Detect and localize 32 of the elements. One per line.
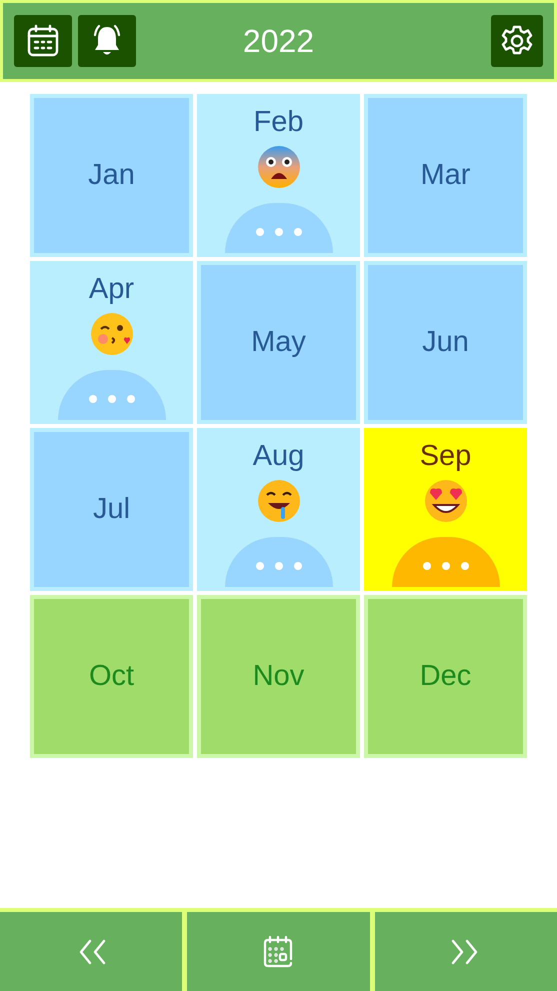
calendar-button[interactable] xyxy=(14,15,72,67)
month-label: Apr xyxy=(88,273,134,306)
month-tile[interactable]: Apr xyxy=(30,261,193,424)
month-label: Jan xyxy=(88,159,135,192)
bell-button[interactable] xyxy=(78,15,136,67)
month-tile[interactable]: Jan xyxy=(30,94,193,257)
settings-button[interactable] xyxy=(491,15,543,67)
month-tile[interactable]: Aug xyxy=(197,428,360,591)
month-label: Oct xyxy=(88,660,134,693)
today-button[interactable] xyxy=(187,912,370,991)
month-label: Jun xyxy=(422,326,469,359)
month-tile[interactable]: Nov xyxy=(197,595,360,758)
month-label: Nov xyxy=(252,660,304,693)
month-tile[interactable]: Jun xyxy=(364,261,527,424)
month-tile[interactable]: Sep xyxy=(364,428,527,591)
previous-year-button[interactable] xyxy=(0,912,182,991)
month-tile[interactable]: Jul xyxy=(30,428,193,591)
month-label: Aug xyxy=(252,440,304,473)
month-label: May xyxy=(251,326,306,359)
month-label: Mar xyxy=(420,159,470,192)
next-year-button[interactable] xyxy=(374,912,557,991)
month-tile[interactable]: Dec xyxy=(364,595,527,758)
calendar-icon xyxy=(26,24,60,58)
month-label: Jul xyxy=(92,493,130,526)
month-tile[interactable]: May xyxy=(197,261,360,424)
month-label: Feb xyxy=(254,106,304,139)
month-label: Sep xyxy=(420,440,472,473)
month-label: Dec xyxy=(420,660,472,693)
month-tile[interactable]: Oct xyxy=(30,595,193,758)
month-tile[interactable]: Mar xyxy=(364,94,527,257)
month-tile[interactable]: Feb xyxy=(197,94,360,257)
year-title: 2022 xyxy=(242,22,314,60)
